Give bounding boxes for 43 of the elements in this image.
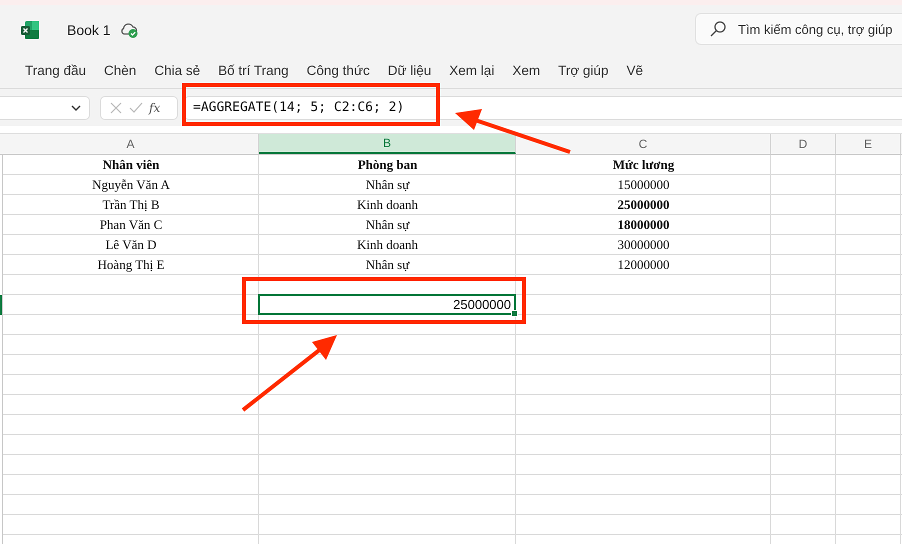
column-header[interactable]: D [771, 134, 836, 154]
ribbon-tab[interactable]: Xem [503, 58, 550, 84]
ribbon-tab[interactable]: Công thức [298, 58, 379, 84]
insert-function-button[interactable]: fx [149, 100, 160, 114]
table-cell: 25000000 [618, 196, 670, 212]
table-cell: Nhân viên [102, 156, 160, 172]
spreadsheet-app-icon[interactable] [20, 20, 40, 40]
ribbon-tab[interactable]: Trang đầu [16, 58, 96, 84]
table-cell: 18000000 [618, 216, 670, 232]
table-cell: Hoàng Thị E [98, 256, 164, 272]
table-cell: 15000000 [618, 176, 670, 192]
search-field[interactable]: Tìm kiếm công cụ, trợ giúp [695, 13, 902, 45]
search-icon [709, 20, 727, 38]
ribbon-tab[interactable]: Bố trí Trang [209, 58, 298, 84]
formula-field[interactable]: =AGGREGATE(14; 5; C2:C6; 2) [184, 96, 902, 120]
ribbon-tab[interactable]: Chèn [95, 58, 146, 84]
table-cell: Kinh doanh [356, 236, 418, 252]
check-icon[interactable] [129, 100, 143, 114]
table-cell: 30000000 [618, 236, 670, 252]
table-cell: Mức lương [612, 156, 674, 172]
cloud-saved-icon[interactable] [118, 21, 139, 39]
table-cell: Phòng ban [358, 156, 418, 172]
column-header[interactable]: B [259, 134, 516, 154]
table-cell: 12000000 [618, 256, 670, 272]
column-header[interactable]: C [516, 134, 771, 154]
ribbon-tab[interactable]: Dữ liệu [378, 58, 440, 84]
table-cell: Nhân sự [366, 176, 410, 192]
fill-handle[interactable] [511, 310, 518, 317]
table-cell: Nguyễn Văn A [92, 176, 170, 192]
file-name[interactable]: Book 1 [67, 22, 111, 38]
selected-cell[interactable]: 25000000 [258, 294, 516, 315]
row-indicator [0, 295, 2, 315]
table-cell: Kinh doanh [356, 196, 418, 212]
table-cell: Trần Thị B [102, 196, 160, 212]
table-cell: Nhân sự [366, 216, 410, 232]
ribbon-tab[interactable]: Xem lại [440, 58, 504, 84]
table-cell: Phan Văn C [100, 216, 162, 232]
ribbon-tab[interactable]: Chia sẻ [145, 58, 210, 84]
ribbon-tab[interactable]: Trợ giúp [549, 58, 618, 84]
table-cell: Nhân sự [366, 256, 410, 272]
ribbon-tab[interactable]: Vẽ [617, 58, 652, 84]
table-cell: Lê Văn D [105, 236, 157, 252]
column-header[interactable]: E [836, 134, 901, 154]
